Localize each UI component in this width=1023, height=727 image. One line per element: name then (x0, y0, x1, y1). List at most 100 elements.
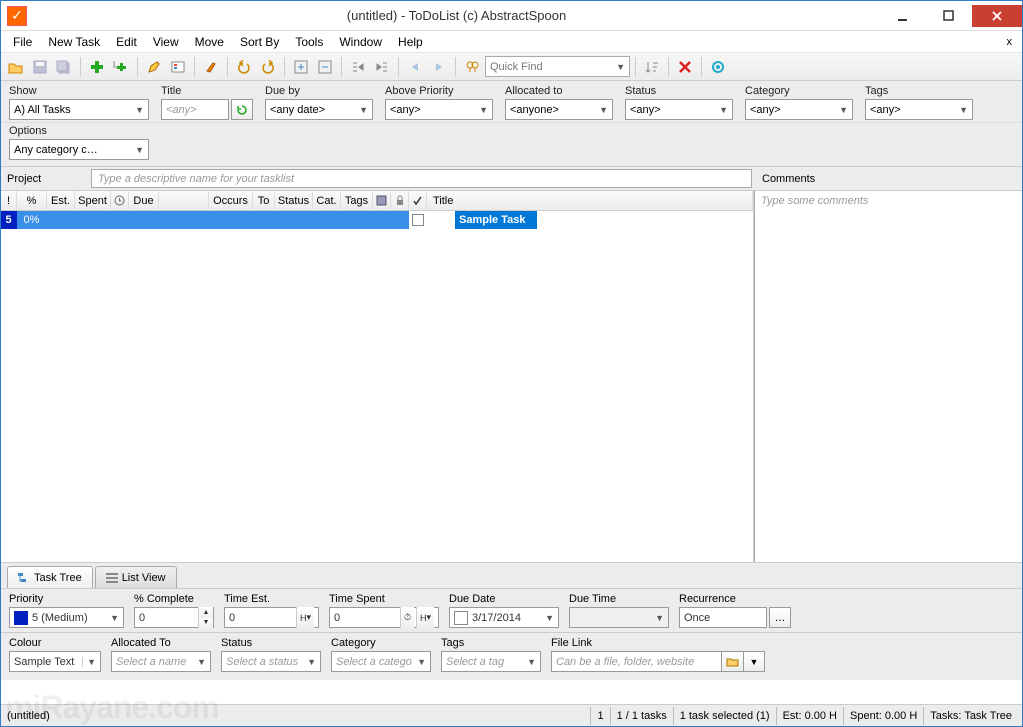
spinner-icon[interactable]: ▲▼ (198, 607, 213, 628)
tab-task-tree[interactable]: Task Tree (7, 566, 93, 588)
attr-recurrence-label: Recurrence (679, 593, 791, 605)
menu-file[interactable]: File (5, 32, 40, 52)
menu-move[interactable]: Move (187, 32, 232, 52)
filter-tags-select[interactable]: <any>▼ (865, 99, 973, 120)
attr-pct-input[interactable]: 0▲▼ (134, 607, 214, 628)
menu-help[interactable]: Help (390, 32, 431, 52)
attr-timeest-input[interactable]: 0H▾ (224, 607, 319, 628)
new-subtask-icon[interactable] (110, 56, 132, 78)
status-page: 1 (590, 707, 609, 725)
attr-colour-label: Colour (9, 637, 101, 649)
attr-priority-select[interactable]: 5 (Medium)▼ (9, 607, 124, 628)
attr-duetime-input[interactable]: ▼ (569, 607, 669, 628)
sort-icon[interactable] (641, 56, 663, 78)
col-check-icon[interactable] (409, 191, 427, 210)
status-bar: (untitled) 1 1 / 1 tasks 1 task selected… (1, 704, 1022, 726)
close-button[interactable] (972, 5, 1022, 27)
attr-colour-input[interactable]: Sample Text▼ (9, 651, 101, 672)
collapse-icon[interactable] (314, 56, 336, 78)
undo-icon[interactable] (233, 56, 255, 78)
edit-icon[interactable] (143, 56, 165, 78)
attr-timeest-label: Time Est. (224, 593, 319, 605)
filter-category-label: Category (745, 85, 853, 97)
filter-dueby-select[interactable]: <any date>▼ (265, 99, 373, 120)
filter-category-select[interactable]: <any>▼ (745, 99, 853, 120)
maximize-button[interactable] (926, 5, 972, 27)
find-icon[interactable] (461, 56, 483, 78)
col-est[interactable]: Est. (47, 191, 75, 210)
col-title[interactable]: Title (427, 191, 753, 210)
open-icon[interactable] (5, 56, 27, 78)
table-row[interactable]: 5 0% ⋯ Sample Task (1, 211, 753, 229)
menu-view[interactable]: View (145, 32, 187, 52)
duedate-checkbox[interactable] (454, 611, 468, 625)
attr-priority-label: Priority (9, 593, 124, 605)
filter-status-select[interactable]: <any>▼ (625, 99, 733, 120)
prev-icon[interactable] (404, 56, 426, 78)
status-tasks: 1 / 1 tasks (610, 707, 673, 725)
col-status[interactable]: Status (275, 191, 313, 210)
col-clock[interactable] (111, 191, 129, 210)
menu-edit[interactable]: Edit (108, 32, 145, 52)
filelink-browse-button[interactable] (721, 651, 743, 672)
recurrence-browse-button[interactable]: … (769, 607, 791, 628)
new-task-icon[interactable] (86, 56, 108, 78)
project-input[interactable]: Type a descriptive name for your tasklis… (91, 169, 752, 188)
col-tags[interactable]: Tags (341, 191, 373, 210)
quick-find-input[interactable]: Quick Find ▼ (485, 56, 630, 77)
menu-close-x[interactable]: x (1001, 36, 1019, 48)
save-icon[interactable] (29, 56, 51, 78)
properties-icon[interactable] (167, 56, 189, 78)
col-cat[interactable]: Cat. (313, 191, 341, 210)
minimize-button[interactable] (880, 5, 926, 27)
filter-show-select[interactable]: A) All Tasks▼ (9, 99, 149, 120)
col-occurs[interactable]: Occurs (209, 191, 253, 210)
menu-new-task[interactable]: New Task (40, 32, 108, 52)
attr-duedate-input[interactable]: 3/17/2014▼ (449, 607, 559, 628)
expand-icon[interactable] (290, 56, 312, 78)
col-lock-icon[interactable] (391, 191, 409, 210)
menu-sort-by[interactable]: Sort By (232, 32, 287, 52)
app-icon: ✓ (7, 6, 27, 26)
col-disk[interactable] (373, 191, 391, 210)
col-to[interactable]: To (253, 191, 275, 210)
attr-tags-select[interactable]: Select a tag▼ (441, 651, 541, 672)
attr-filelink-input[interactable]: Can be a file, folder, website (551, 651, 721, 672)
col-spent[interactable]: Spent (75, 191, 111, 210)
row-expand[interactable]: ⋯ (427, 211, 455, 229)
attr-status-select[interactable]: Select a status▼ (221, 651, 321, 672)
filelink-dropdown-button[interactable]: ▼ (743, 651, 765, 672)
tab-list-view[interactable]: List View (95, 566, 177, 588)
comments-pane[interactable]: Type some comments (754, 191, 1022, 562)
col-due[interactable]: Due (129, 191, 159, 210)
time-est-unit[interactable]: H▾ (296, 607, 314, 628)
filter-allocated-select[interactable]: <anyone>▼ (505, 99, 613, 120)
filter-dueby-label: Due by (265, 85, 373, 97)
col-priority[interactable]: ! (1, 191, 17, 210)
filter-priority-select[interactable]: <any>▼ (385, 99, 493, 120)
time-spent-unit[interactable]: H▾ (416, 607, 434, 628)
menu-tools[interactable]: Tools (287, 32, 331, 52)
menu-window[interactable]: Window (331, 32, 390, 52)
save-all-icon[interactable] (53, 56, 75, 78)
broom-icon[interactable] (200, 56, 222, 78)
next-icon[interactable] (428, 56, 450, 78)
attr-allocated-select[interactable]: Select a name▼ (111, 651, 211, 672)
attr-category-select[interactable]: Select a catego▼ (331, 651, 431, 672)
indent-icon[interactable] (347, 56, 369, 78)
attr-category2-label: Category (331, 637, 431, 649)
row-checkbox[interactable] (409, 211, 427, 229)
time-spent-toggle[interactable]: ⏱ (400, 607, 414, 628)
delete-icon[interactable] (674, 56, 696, 78)
redo-icon[interactable] (257, 56, 279, 78)
filter-title-refresh-button[interactable] (231, 99, 253, 120)
window-title: (untitled) - ToDoList (c) AbstractSpoon (33, 8, 880, 23)
outdent-icon[interactable] (371, 56, 393, 78)
attr-timespent-input[interactable]: 0⏱H▾ (329, 607, 439, 628)
settings-icon[interactable] (707, 56, 729, 78)
attr-recurrence-input[interactable]: Once (679, 607, 767, 628)
filter-options-select[interactable]: Any category c…▼ (9, 139, 149, 160)
chevron-down-icon: ▼ (616, 62, 625, 72)
filter-title-input[interactable]: <any> (161, 99, 229, 120)
col-percent[interactable]: % (17, 191, 47, 210)
